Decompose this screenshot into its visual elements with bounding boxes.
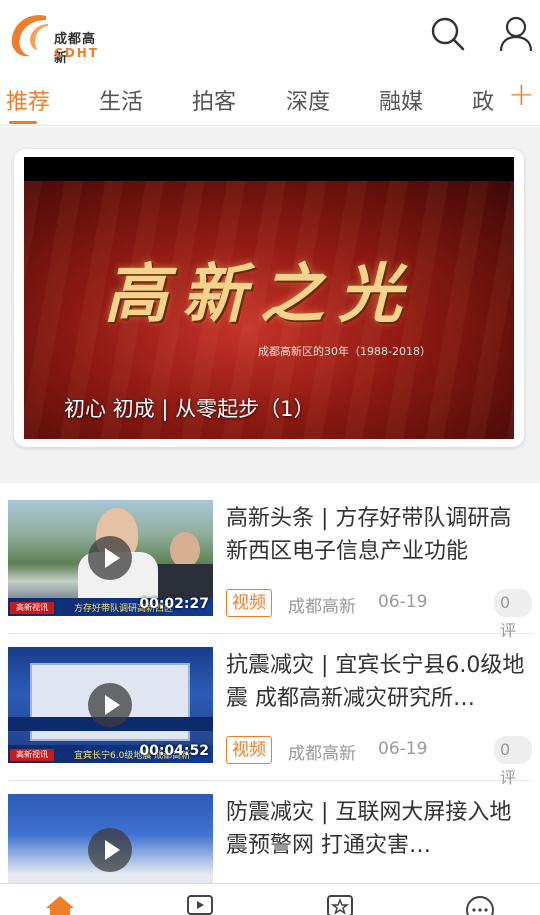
video-thumbnail[interactable]: 高新视讯 方存好带队调研高新西区 00:02:27 [8, 500, 213, 616]
play-icon[interactable] [88, 536, 132, 580]
bottom-navigation [0, 883, 540, 915]
search-icon[interactable] [428, 14, 468, 54]
video-duration: 00:02:27 [139, 596, 209, 612]
play-icon[interactable] [88, 828, 132, 872]
comment-count: 0评 [494, 736, 532, 787]
news-item[interactable]: 高新视讯 宜宾长宁6.0级地震 成都高新 00:04:52 抗震减灾 | 宜宾长… [8, 647, 532, 787]
news-item[interactable]: 防震减灾 | 互联网大屏接入地震预警网 打通灾害… [8, 794, 532, 883]
star-icon[interactable] [326, 894, 354, 915]
tab-politics[interactable]: 政 [472, 84, 494, 116]
category-tabs: 推荐 生活 拍客 深度 融媒 政 + [0, 72, 540, 126]
logo-text-en: CDHT [54, 46, 99, 60]
tab-life[interactable]: 生活 [99, 84, 143, 116]
news-date: 06-19 [378, 592, 428, 612]
video-duration: 00:04:52 [139, 743, 209, 759]
cdht-logo-mark [11, 15, 48, 57]
video-tag: 视频 [226, 736, 272, 764]
app-header: 成都高新 CDHT [0, 0, 540, 72]
banner-section: 高新之光 成都高新区的30年（1988-2018） 初心 初成 | 从零起步（1… [0, 127, 540, 483]
news-source: 成都高新 [288, 597, 356, 617]
banner-image-subtitle: 成都高新区的30年（1988-2018） [258, 345, 431, 358]
tab-depth[interactable]: 深度 [286, 84, 330, 116]
comment-count: 0评 [494, 589, 532, 640]
active-tab-indicator [9, 121, 37, 124]
home-icon[interactable] [44, 894, 76, 915]
news-item[interactable]: 高新视讯 方存好带队调研高新西区 00:02:27 高新头条 | 方存好带队调研… [8, 500, 532, 640]
tab-media[interactable]: 融媒 [379, 84, 423, 116]
play-icon[interactable] [88, 683, 132, 727]
banner-image-title: 高新之光 [104, 257, 416, 332]
tab-paike[interactable]: 拍客 [192, 84, 236, 116]
news-title[interactable]: 抗震减灾 | 宜宾长宁县6.0级地震 成都高新减灾研究所… [226, 649, 526, 715]
news-title[interactable]: 防震减灾 | 互联网大屏接入地震预警网 打通灾害… [226, 796, 526, 862]
video-tag: 视频 [226, 589, 272, 617]
user-icon[interactable] [496, 14, 536, 54]
more-icon[interactable] [464, 894, 496, 915]
cdht-logo: 成都高新 CDHT [8, 10, 108, 66]
thumbnail-logo: 高新视讯 [10, 602, 54, 614]
add-channel-button[interactable]: + [508, 78, 535, 110]
video-thumbnail[interactable] [8, 794, 213, 883]
video-icon[interactable] [186, 894, 214, 915]
thumbnail-logo: 高新视讯 [10, 749, 54, 761]
banner-card[interactable]: 高新之光 成都高新区的30年（1988-2018） 初心 初成 | 从零起步（1… [14, 149, 524, 447]
news-date: 06-19 [378, 739, 428, 759]
banner-image[interactable]: 高新之光 成都高新区的30年（1988-2018） 初心 初成 | 从零起步（1… [24, 157, 514, 439]
banner-caption: 初心 初成 | 从零起步（1） [64, 397, 315, 421]
news-source: 成都高新 [288, 744, 356, 764]
news-title[interactable]: 高新头条 | 方存好带队调研高新西区电子信息产业功能 [226, 502, 526, 568]
person-figure [170, 532, 200, 568]
video-thumbnail[interactable]: 高新视讯 宜宾长宁6.0级地震 成都高新 00:04:52 [8, 647, 213, 763]
tab-recommended[interactable]: 推荐 [6, 84, 50, 116]
